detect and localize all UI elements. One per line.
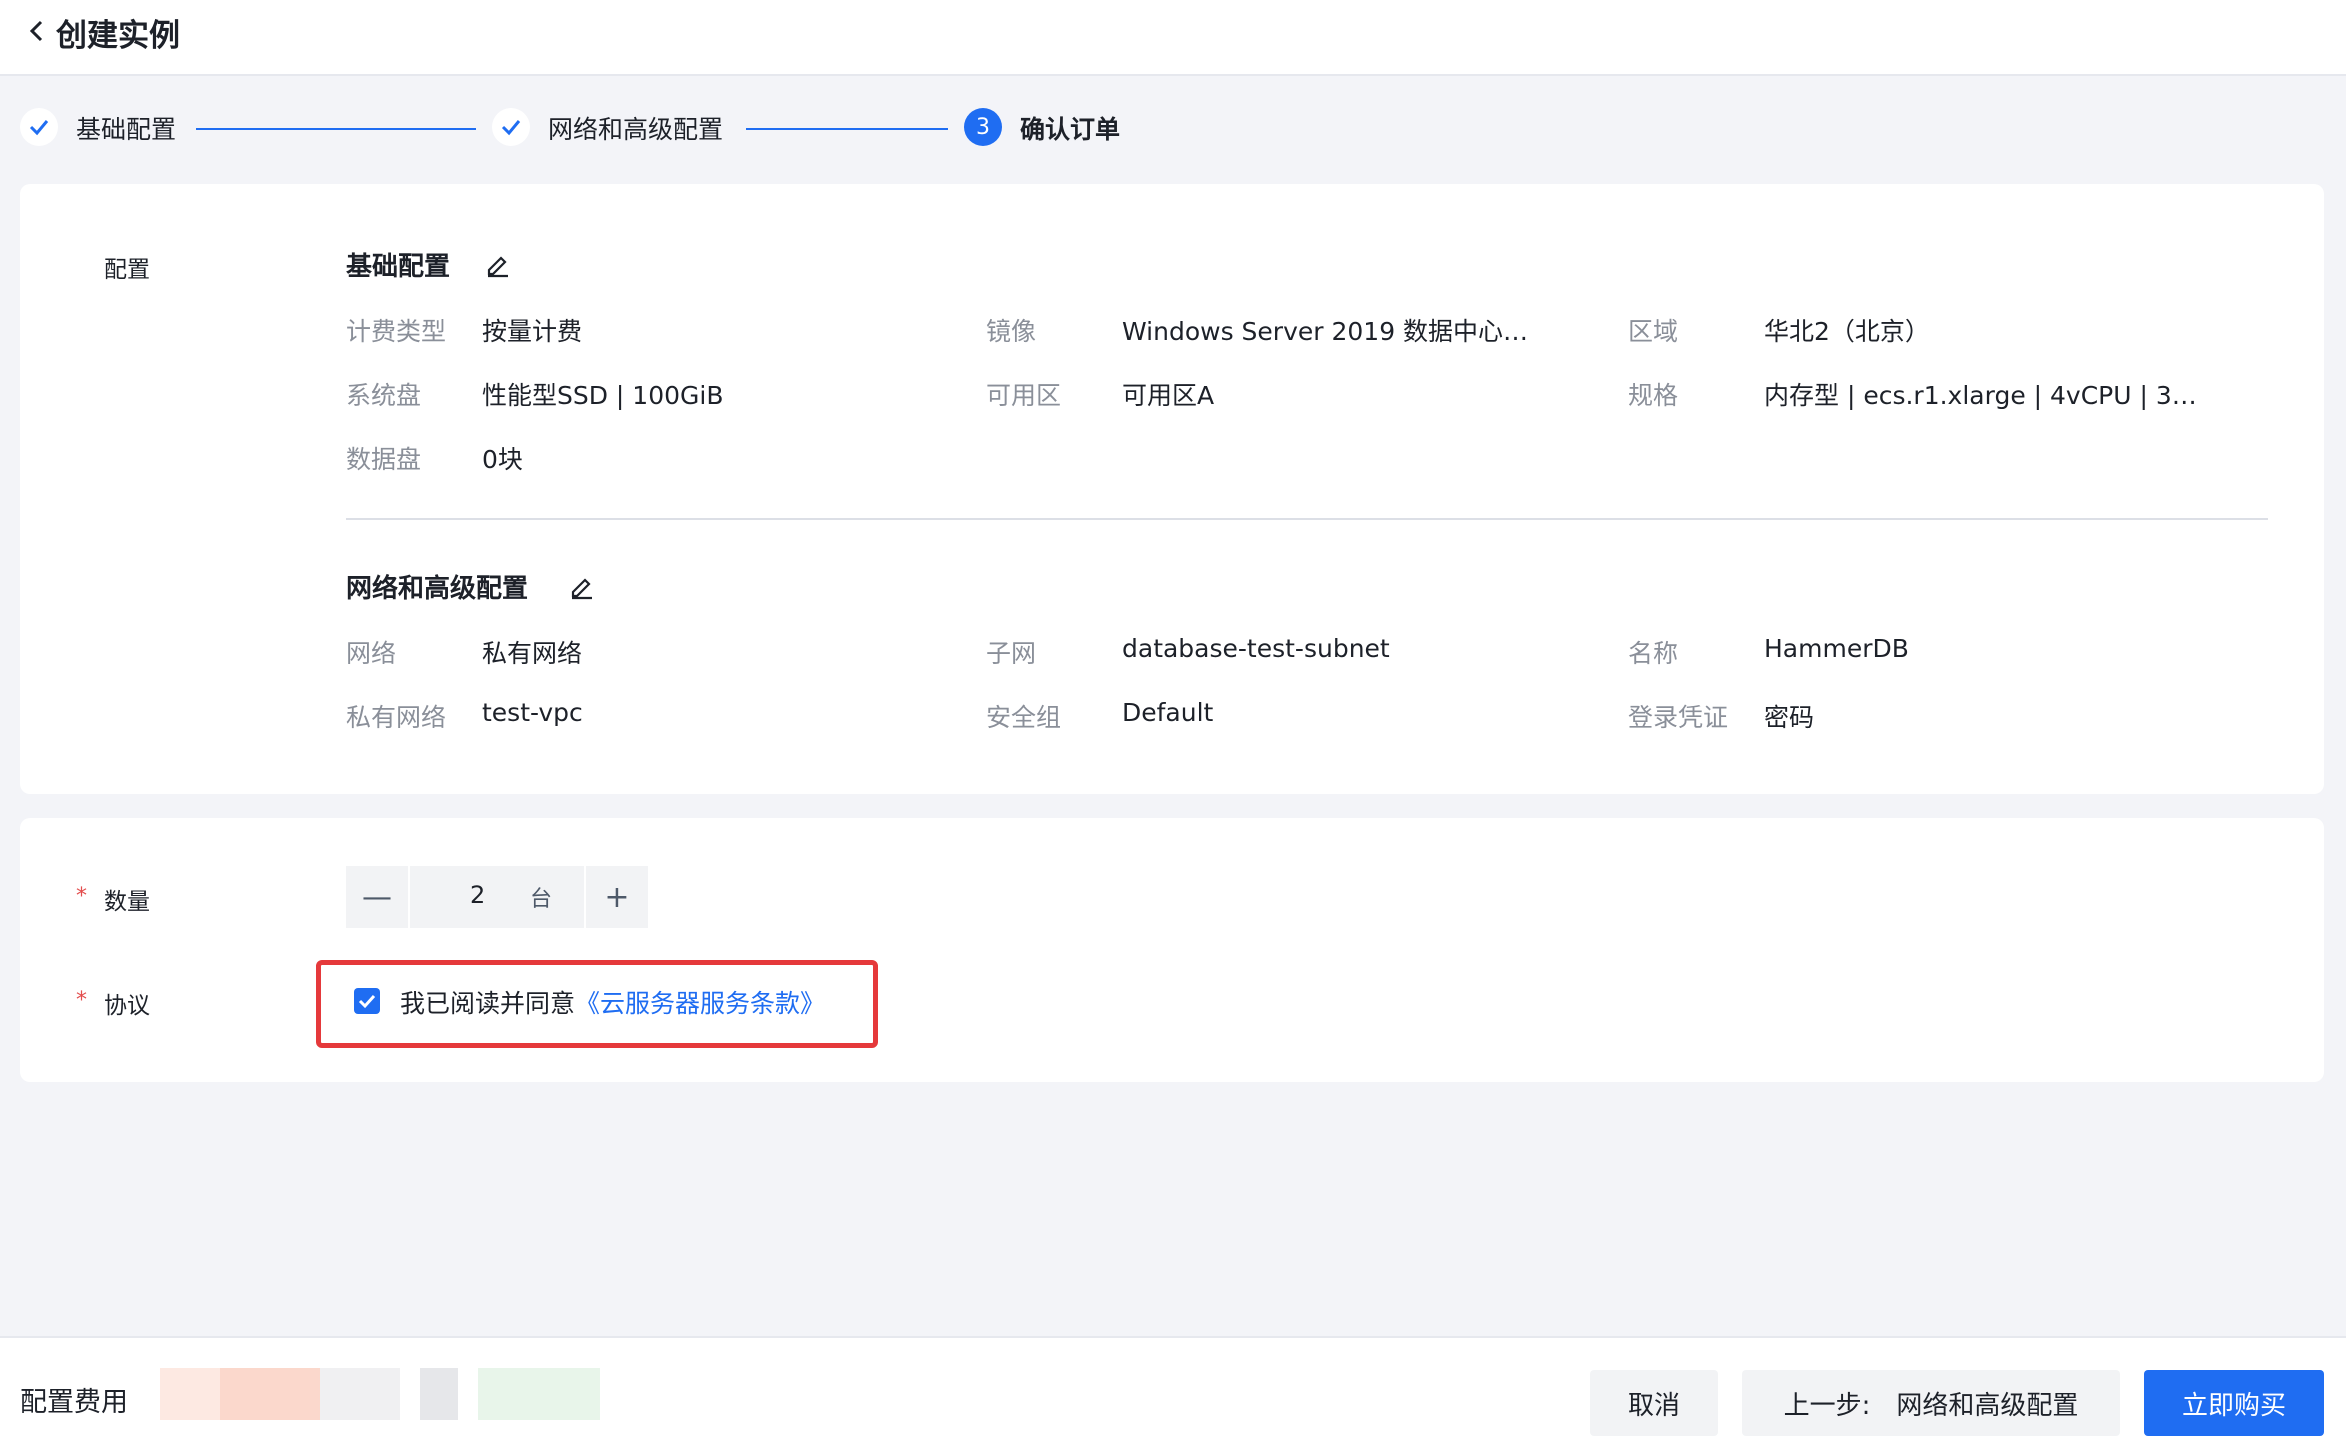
field-key: 可用区 xyxy=(986,381,1062,410)
quantity-row-label: * 数量 xyxy=(76,882,150,916)
blurred-price xyxy=(220,1368,320,1420)
field-value: database-test-subnet xyxy=(1122,634,1390,663)
field-key: 镜像 xyxy=(986,317,1037,346)
required-mark: * xyxy=(76,884,87,909)
config-summary-card: 配置 基础配置 计费类型 按量计费 镜像 Windows Server 2019… xyxy=(20,184,2324,794)
field-value: 按量计费 xyxy=(482,317,583,346)
agreement-statement: 我已阅读并同意 xyxy=(400,989,576,1018)
required-mark: * xyxy=(76,988,87,1013)
step-1-label[interactable]: 基础配置 xyxy=(76,110,176,146)
blurred-price xyxy=(320,1368,400,1420)
field-value: 可用区A xyxy=(1122,381,1215,410)
footer-bar: 配置费用 取消 上一步: 网络和高级配置 立即购买 xyxy=(0,1336,2346,1452)
field-key: 网络 xyxy=(346,639,397,668)
back-arrow-icon[interactable] xyxy=(22,16,52,46)
step-3-number: 3 xyxy=(964,108,1002,146)
field-key: 子网 xyxy=(986,639,1037,668)
step-1-check-icon xyxy=(20,108,58,146)
page-header: 创建实例 xyxy=(0,0,2346,76)
quantity-input[interactable]: 2 台 xyxy=(408,866,586,928)
cancel-button[interactable]: 取消 xyxy=(1590,1370,1718,1436)
field-value: 华北2（北京） xyxy=(1764,317,1930,346)
field-value: Windows Server 2019 数据中心… xyxy=(1122,317,1529,346)
section-divider xyxy=(346,518,2268,520)
fee-label: 配置费用 xyxy=(20,1387,128,1418)
edit-basic-icon[interactable] xyxy=(484,250,512,278)
stepper-progress: 基础配置 网络和高级配置 3 确认订单 xyxy=(0,104,2346,154)
field-key: 私有网络 xyxy=(346,703,447,732)
field-value: test-vpc xyxy=(482,698,583,727)
field-key: 区域 xyxy=(1628,317,1679,346)
decrease-button[interactable]: — xyxy=(346,866,408,928)
field-key: 安全组 xyxy=(986,703,1062,732)
field-value: 私有网络 xyxy=(482,639,583,668)
buy-now-button[interactable]: 立即购买 xyxy=(2144,1370,2324,1436)
field-key: 计费类型 xyxy=(346,317,447,346)
network-config-title: 网络和高级配置 xyxy=(346,574,529,604)
field-value: Default xyxy=(1122,698,1214,727)
step-connector xyxy=(196,128,476,130)
checkmark-icon xyxy=(358,994,376,1009)
field-value: 密码 xyxy=(1764,703,1815,732)
agreement-text: 我已阅读并同意《云服务器服务条款》 xyxy=(400,984,825,1020)
field-value: 内存型 | ecs.r1.xlarge | 4vCPU | 3… xyxy=(1764,381,2197,410)
page-title: 创建实例 xyxy=(56,18,180,54)
step-2-check-icon xyxy=(492,108,530,146)
terms-link[interactable]: 《云服务器服务条款》 xyxy=(575,989,825,1018)
field-key: 数据盘 xyxy=(346,445,422,474)
step-connector xyxy=(746,128,948,130)
field-key: 规格 xyxy=(1628,381,1679,410)
blurred-price xyxy=(160,1368,220,1420)
agreement-checkbox[interactable] xyxy=(354,988,380,1014)
step-2-label[interactable]: 网络和高级配置 xyxy=(548,110,723,146)
field-value: HammerDB xyxy=(1764,634,1909,663)
field-key: 名称 xyxy=(1628,639,1679,668)
previous-step-button[interactable]: 上一步: 网络和高级配置 xyxy=(1742,1370,2120,1436)
order-options-card: * 数量 — 2 台 + * 协议 我已阅读并同意《云服务器服务条款》 xyxy=(20,818,2324,1082)
quantity-label: 数量 xyxy=(104,889,150,915)
step-3-label: 确认订单 xyxy=(1020,115,1121,144)
quantity-value: 2 xyxy=(470,881,486,909)
basic-config-title: 基础配置 xyxy=(346,252,451,282)
field-key: 登录凭证 xyxy=(1628,703,1729,732)
config-row-label: 配置 xyxy=(104,257,150,283)
blurred-price xyxy=(420,1368,458,1420)
increase-button[interactable]: + xyxy=(586,866,648,928)
agreement-label: 协议 xyxy=(104,993,150,1019)
quantity-stepper: — 2 台 + xyxy=(346,866,648,928)
field-value: 性能型SSD | 100GiB xyxy=(482,381,724,410)
blurred-price xyxy=(478,1368,600,1420)
field-value: 0块 xyxy=(482,445,523,474)
edit-network-icon[interactable] xyxy=(568,572,596,600)
field-key: 系统盘 xyxy=(346,381,422,410)
quantity-unit: 台 xyxy=(530,887,553,912)
agreement-row-label: * 协议 xyxy=(76,986,150,1020)
